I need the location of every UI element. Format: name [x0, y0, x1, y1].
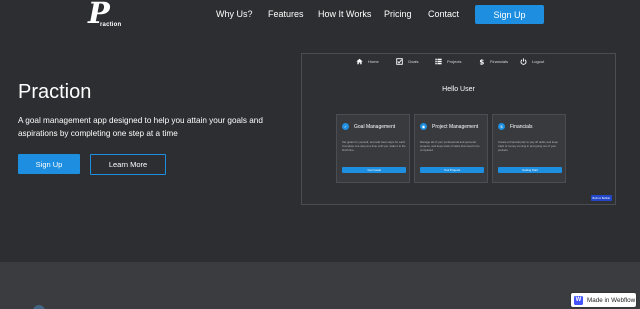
- preview-nav-home: Home: [356, 58, 379, 65]
- logo[interactable]: P raction: [88, 0, 128, 32]
- built-on-bubble-badge: Built on Bubble: [590, 195, 612, 201]
- logo-text: raction: [100, 22, 122, 28]
- preview-nav-financials: $ Financials: [478, 58, 508, 65]
- card-header: ◉ Project Management: [420, 123, 478, 130]
- card-description: Manage all of your professional and pers…: [420, 140, 480, 152]
- hero-signup-button[interactable]: Sign Up: [18, 154, 80, 174]
- your-projects-button[interactable]: Your Projects: [420, 167, 484, 173]
- preview-nav-goals: Goals: [396, 58, 418, 65]
- preview-nav-projects: Projects: [435, 58, 461, 65]
- preview-nav-label: Financials: [490, 59, 509, 64]
- webflow-badge-label: Made in Webflow: [587, 296, 636, 304]
- card-description: Set goals for yourself, and add clear st…: [342, 140, 406, 152]
- preview-nav-label: Home: [368, 59, 379, 64]
- list-icon: [435, 58, 442, 65]
- preview-nav-label: Goals: [408, 59, 419, 64]
- card-title: Goal Management: [354, 123, 396, 130]
- target-icon: ◉: [420, 123, 427, 130]
- nav-link-features[interactable]: Features: [268, 9, 304, 19]
- card-header: $ Financials: [498, 123, 533, 130]
- getting-start-button[interactable]: Getting Start: [498, 167, 562, 173]
- preview-nav-label: Projects: [447, 59, 462, 64]
- preview-card-financials: $ Financials Create a financial plan to …: [492, 114, 566, 183]
- lower-section: [0, 262, 640, 309]
- nav-link-how-it-works[interactable]: How It Works: [318, 9, 371, 19]
- checkbox-icon: [396, 58, 403, 65]
- card-title: Project Management: [432, 123, 479, 130]
- logout-icon: [520, 58, 527, 65]
- svg-text:$: $: [479, 58, 484, 65]
- hero-title: Praction: [18, 81, 92, 103]
- home-icon: [356, 58, 363, 65]
- check-icon: ✓: [342, 123, 349, 130]
- nav-link-why-us[interactable]: Why Us?: [216, 9, 253, 19]
- dollar-circle-icon: $: [498, 123, 505, 130]
- app-preview: Home Goals Projects $ Financials Logout …: [301, 53, 616, 205]
- card-description: Create a financial plan to pay off debts…: [498, 140, 558, 152]
- badge-label: Built on Bubble: [592, 196, 610, 200]
- card-header: ✓ Goal Management: [342, 123, 395, 130]
- webflow-logo-icon: W: [574, 295, 583, 305]
- nav-signup-button[interactable]: Sign Up: [475, 5, 544, 24]
- your-goals-button[interactable]: Your Goals: [342, 167, 406, 173]
- learn-more-button[interactable]: Learn More: [90, 154, 166, 175]
- dollar-icon: $: [479, 58, 484, 65]
- preview-nav-label: Logout: [532, 59, 545, 64]
- preview-greeting: Hello User: [442, 86, 475, 93]
- nav-link-contact[interactable]: Contact: [428, 9, 459, 19]
- made-in-webflow-badge[interactable]: W Made in Webflow: [571, 293, 636, 307]
- preview-nav-logout: Logout: [520, 58, 544, 65]
- nav-link-pricing[interactable]: Pricing: [384, 9, 412, 19]
- hero-description: A goal management app designed to help y…: [18, 116, 263, 138]
- card-title: Financials: [510, 123, 533, 130]
- preview-card-project-management: ◉ Project Management Manage all of your …: [414, 114, 488, 183]
- preview-card-goal-management: ✓ Goal Management Set goals for yourself…: [336, 114, 410, 183]
